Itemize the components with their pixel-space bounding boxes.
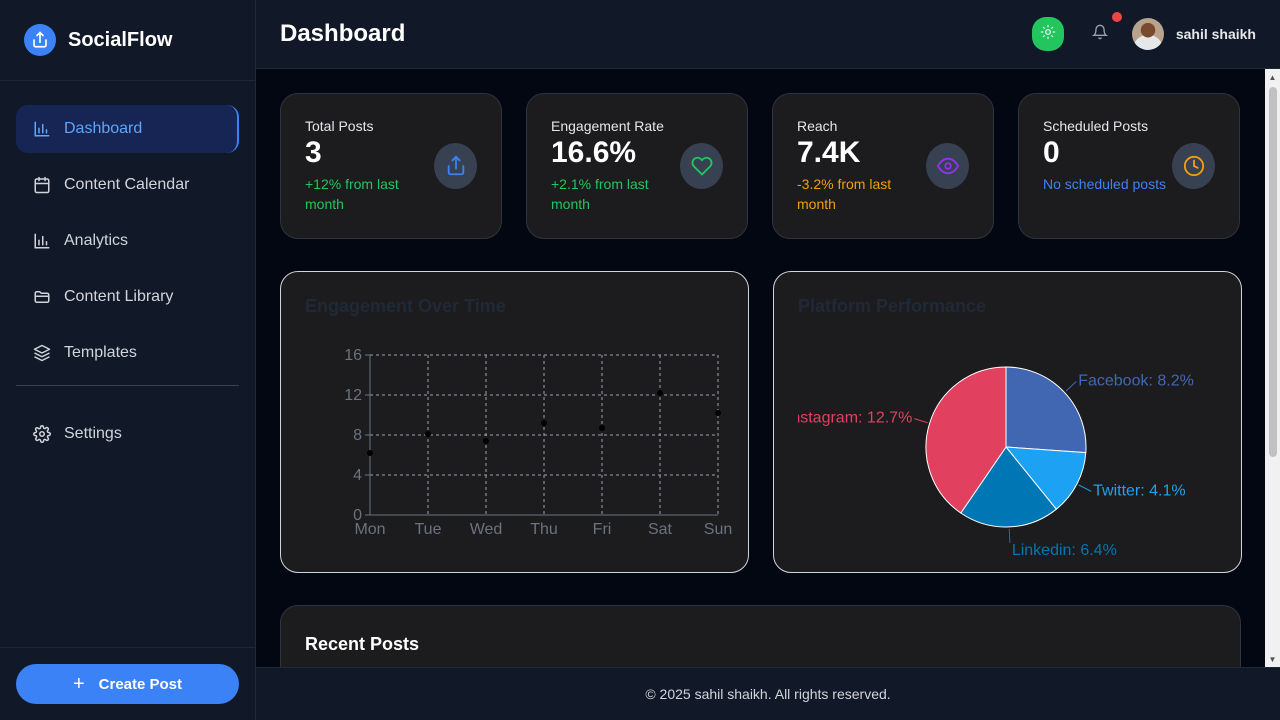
pie-label: Facebook: 8.2% — [1078, 373, 1194, 390]
sidebar-item-content-calendar[interactable]: Content Calendar — [16, 161, 239, 209]
share-upload-icon — [434, 143, 477, 189]
stat-card-scheduled-posts: Scheduled Posts 0 No scheduled posts — [1018, 93, 1240, 239]
pie-leader-line — [1078, 484, 1092, 492]
create-post-button[interactable]: + Create Post — [16, 664, 239, 704]
sidebar-item-templates[interactable]: Templates — [16, 329, 239, 377]
nav-divider — [16, 385, 239, 386]
x-tick-label: Fri — [593, 521, 612, 538]
engagement-chart: 0481216Mon Tue Wed Thu Fri Sat Sun — [344, 347, 732, 538]
data-point — [425, 431, 431, 437]
sidebar-item-label: Dashboard — [64, 120, 143, 137]
header-actions: sahil shaikh — [1031, 12, 1256, 51]
platform-pie-chart: Facebook: 8.2% Twitter: 4.1% Linkedin: 6.4… — [798, 366, 1194, 559]
data-point — [657, 390, 663, 396]
x-tick-label: Wed — [470, 521, 503, 538]
sidebar-item-content-library[interactable]: Content Library — [16, 273, 239, 321]
theme-toggle-button[interactable] — [1031, 17, 1064, 51]
sidebar: SocialFlow Dashboard Content Calendar An… — [0, 0, 256, 720]
recent-posts-card: Recent Posts — [280, 605, 1241, 667]
pie-label: Instagram: 12.7% — [798, 410, 912, 427]
create-post-label: Create Post — [98, 675, 183, 693]
top-header: Dashboard sahil shaikh — [256, 0, 1280, 69]
scroll-up-icon[interactable]: ▲ — [1265, 69, 1280, 85]
x-tick-label: Thu — [530, 521, 558, 538]
data-point — [715, 410, 721, 416]
sidebar-item-dashboard[interactable]: Dashboard — [16, 105, 239, 153]
share-upload-icon — [24, 24, 56, 56]
data-point — [483, 438, 489, 444]
scroll-thumb[interactable] — [1269, 87, 1277, 457]
folder-icon — [32, 287, 52, 307]
sidebar-item-label: Settings — [64, 425, 122, 442]
stat-change: +12% from last month — [305, 176, 399, 212]
stats-row: Total Posts 3 +12% from last month Engag… — [280, 93, 1240, 239]
sun-icon — [1040, 24, 1055, 44]
main-content: Total Posts 3 +12% from last month Engag… — [256, 69, 1280, 667]
gear-icon — [32, 424, 52, 444]
page-title: Dashboard — [280, 20, 406, 47]
calendar-icon — [32, 175, 52, 195]
scroll-down-icon[interactable]: ▼ — [1265, 651, 1280, 667]
stat-change: -3.2% from last month — [797, 176, 892, 212]
y-tick-label: 8 — [353, 427, 362, 444]
chart-title: Platform Performance — [798, 296, 987, 316]
pie-leader-line — [914, 418, 928, 424]
x-tick-label: Sun — [704, 521, 732, 538]
x-tick-label: Mon — [354, 521, 385, 538]
stat-change: +2.1% from last month — [551, 176, 649, 212]
sidebar-footer: + Create Post — [0, 647, 256, 720]
notifications-button[interactable] — [1088, 12, 1122, 46]
user-name[interactable]: sahil shaikh — [1176, 26, 1256, 42]
sidebar-item-settings[interactable]: Settings — [16, 410, 239, 458]
sidebar-item-analytics[interactable]: Analytics — [16, 217, 239, 265]
stat-label: Total Posts — [305, 118, 374, 134]
engagement-chart-card: Engagement Over Time 0 4 8 12 16 Mon Tue Wed Thu… — [280, 271, 749, 573]
data-point — [599, 425, 605, 431]
footer: © 2025 sahil shaikh. All rights reserved… — [256, 667, 1280, 720]
bell-icon — [1091, 24, 1109, 45]
bar-chart-icon — [32, 231, 52, 251]
footer-text: © 2025 sahil shaikh. All rights reserved… — [645, 686, 891, 702]
pie-leader-line — [1065, 381, 1077, 392]
sidebar-item-label: Templates — [64, 344, 137, 361]
chart-title: Engagement Over Time — [305, 296, 506, 316]
recent-posts-title: Recent Posts — [305, 634, 420, 654]
bar-chart-icon — [32, 119, 52, 139]
notification-badge — [1111, 12, 1122, 22]
sidebar-item-label: Content Calendar — [64, 176, 190, 193]
stat-card-engagement-rate: Engagement Rate 16.6% +2.1% from last mo… — [526, 93, 748, 239]
pie-clip: Facebook: 8.2% Twitter: 4.1% Linkedin: 6.4… — [798, 332, 1218, 562]
clock-icon — [1172, 143, 1215, 189]
x-tick-label: Tue — [415, 521, 442, 538]
brand[interactable]: SocialFlow — [0, 0, 255, 81]
stat-label: Engagement Rate — [551, 118, 664, 134]
main-scrollbar[interactable]: ▲ ▼ — [1265, 69, 1280, 667]
x-tick-label: Sat — [648, 521, 673, 538]
data-point — [541, 420, 547, 426]
y-tick-label: 16 — [344, 347, 362, 364]
sidebar-item-label: Analytics — [64, 232, 129, 249]
avatar[interactable] — [1131, 18, 1164, 50]
sidebar-nav: Dashboard Content Calendar Analytics Con… — [0, 81, 255, 458]
data-point — [367, 450, 373, 456]
y-tick-label: 12 — [344, 387, 362, 404]
stat-label: Scheduled Posts — [1043, 118, 1149, 134]
platform-chart-card: Platform Performance Facebook: 8.2% Twitt… — [773, 271, 1242, 573]
stat-card-total-posts: Total Posts 3 +12% from last month — [280, 93, 502, 239]
sidebar-item-label: Content Library — [64, 288, 174, 305]
plus-icon: + — [72, 673, 85, 695]
stat-change: No scheduled posts — [1043, 176, 1166, 192]
pie-label: Twitter: 4.1% — [1093, 482, 1185, 499]
brand-name: SocialFlow — [68, 28, 173, 51]
pie-label: Linkedin: 6.4% — [1012, 542, 1117, 559]
stat-card-reach: Reach 7.4K -3.2% from last month — [772, 93, 994, 239]
heart-icon — [680, 143, 723, 189]
layers-icon — [32, 343, 52, 363]
stat-label: Reach — [797, 118, 838, 134]
pie-slice — [1005, 366, 1087, 454]
eye-icon — [926, 143, 969, 189]
pie-leader-line — [1008, 528, 1011, 543]
y-tick-label: 4 — [353, 467, 362, 484]
